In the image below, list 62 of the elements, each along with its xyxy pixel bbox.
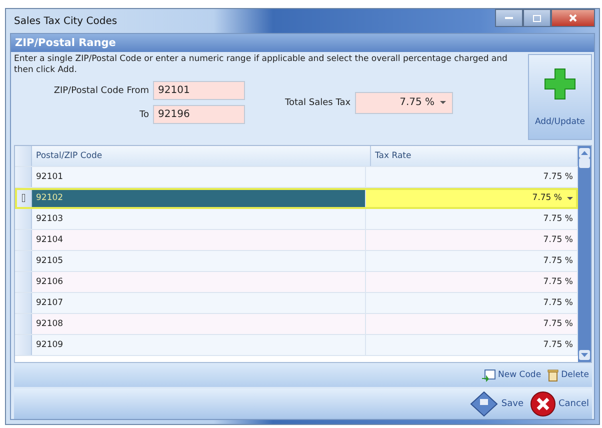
scroll-thumb[interactable] bbox=[579, 158, 590, 168]
field-label: ZIP/Postal Code From bbox=[52, 86, 150, 96]
diskette-icon bbox=[470, 391, 498, 417]
plus-icon bbox=[544, 68, 576, 100]
table-cell: 7.75 % bbox=[366, 314, 578, 334]
caret-icon bbox=[567, 196, 573, 200]
zip-to-field[interactable]: 92196 bbox=[153, 105, 245, 124]
scroll-up-icon bbox=[581, 151, 588, 155]
new-document-icon bbox=[482, 368, 496, 382]
table-cell: 92106 bbox=[32, 272, 366, 292]
table-cell: 92102 bbox=[32, 188, 366, 208]
table-row[interactable]: 92101 7.75 % bbox=[15, 167, 578, 188]
table-row[interactable]: 92106 7.75 % bbox=[15, 272, 578, 293]
field-label: To bbox=[138, 110, 150, 120]
table-cell: 92104 bbox=[32, 230, 366, 250]
table-cell: 92107 bbox=[32, 293, 366, 313]
scroll-down-icon bbox=[581, 353, 588, 357]
caret-icon bbox=[440, 100, 446, 105]
field-label: Total Sales Tax bbox=[285, 98, 351, 108]
row-header bbox=[15, 146, 32, 166]
column-header[interactable]: Postal/ZIP Code bbox=[32, 146, 371, 166]
close-button[interactable] bbox=[551, 9, 595, 27]
table-cell: 7.75 % bbox=[366, 272, 578, 292]
table-row[interactable]: 92108 7.75 % bbox=[15, 314, 578, 335]
table-cell: 7.75 % bbox=[366, 167, 578, 187]
table-row[interactable]: 92102 7.75 % bbox=[15, 188, 578, 209]
table-row[interactable]: 92103 7.75 % bbox=[15, 209, 578, 230]
instruction-text: Enter a single ZIP/Postal Code or enter a numeric range if applicable and select the overall percentage charged and then click Add. bbox=[14, 54, 508, 76]
delete-button[interactable]: Delete bbox=[547, 368, 589, 382]
table-cell: 92109 bbox=[32, 335, 366, 355]
table-cell: 7.75 % bbox=[366, 293, 578, 313]
table-cell: 7.75 % bbox=[366, 230, 578, 250]
trash-can-icon bbox=[547, 368, 560, 382]
table-cell: 7.75 % bbox=[366, 188, 578, 208]
table-cell: 92108 bbox=[32, 314, 366, 334]
table-row[interactable]: 92104 7.75 % bbox=[15, 230, 578, 251]
sales-tax-dropdown[interactable]: 7.75 % bbox=[354, 92, 453, 114]
row-indicator-icon bbox=[22, 194, 24, 202]
close-icon bbox=[569, 14, 577, 22]
new-code-button[interactable]: New Code bbox=[482, 368, 542, 382]
save-button[interactable]: Save bbox=[470, 391, 524, 417]
scrollbar[interactable] bbox=[578, 146, 591, 362]
table-cell: 92101 bbox=[32, 167, 366, 187]
add-update-button[interactable]: Add/Update bbox=[528, 54, 592, 140]
cancel-icon bbox=[530, 391, 556, 417]
table-row[interactable]: 92107 7.75 % bbox=[15, 293, 578, 314]
maximize-button[interactable] bbox=[523, 9, 551, 27]
table-row[interactable]: 92105 7.75 % bbox=[15, 251, 578, 272]
maximize-icon bbox=[533, 14, 541, 22]
group-header: ZIP/Postal Range bbox=[11, 34, 594, 52]
table-cell: 7.75 % bbox=[366, 251, 578, 271]
column-header[interactable]: Tax Rate bbox=[371, 146, 578, 166]
table-row[interactable]: 92109 7.75 % bbox=[15, 335, 578, 356]
window-title: Sales Tax City Codes bbox=[13, 16, 118, 26]
minimize-button[interactable] bbox=[495, 9, 523, 27]
table-cell: 92103 bbox=[32, 209, 366, 229]
table-cell: 92105 bbox=[32, 251, 366, 271]
minimize-icon bbox=[505, 16, 513, 20]
zip-from-field[interactable]: 92101 bbox=[153, 81, 245, 100]
table-cell: 7.75 % bbox=[366, 209, 578, 229]
cancel-button[interactable]: Cancel bbox=[530, 391, 589, 417]
table-cell: 7.75 % bbox=[366, 335, 578, 355]
